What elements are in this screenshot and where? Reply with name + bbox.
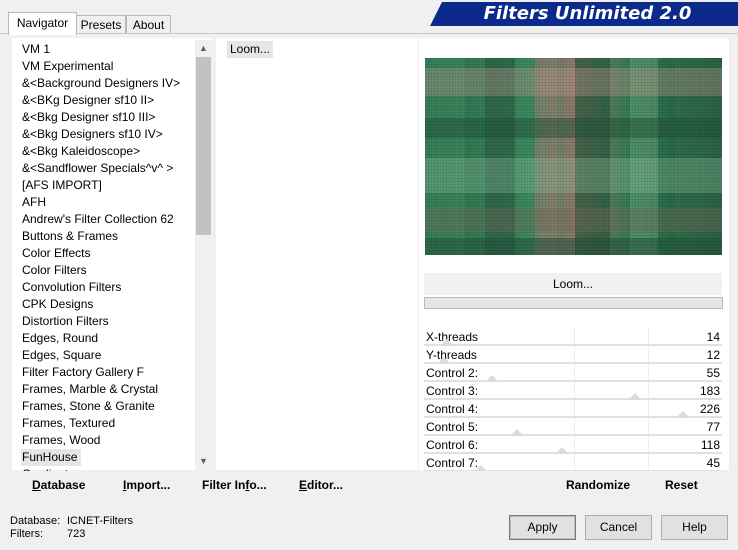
filter-name-label: Loom... <box>424 273 722 295</box>
tab-navigator[interactable]: Navigator <box>8 12 77 35</box>
slider-label: Control 3: <box>426 384 479 398</box>
category-item[interactable]: Frames, Textured <box>22 415 115 432</box>
category-item[interactable]: Frames, Wood <box>22 432 100 449</box>
tab-presets[interactable]: Presets <box>76 15 126 34</box>
filters-count-value: 723 <box>67 528 86 540</box>
database-status-label: Database: <box>10 515 61 527</box>
progress-bar <box>424 297 723 309</box>
category-item[interactable]: VM Experimental <box>22 58 113 75</box>
filters-count-label: Filters: <box>10 528 43 540</box>
slider-value: 14 <box>706 330 720 344</box>
category-item[interactable]: Distortion Filters <box>22 313 109 330</box>
tab-divider <box>0 33 738 34</box>
category-item[interactable]: Filter Factory Gallery F <box>22 364 144 381</box>
category-item[interactable]: &<Bkg Kaleidoscope> <box>22 143 140 160</box>
category-item[interactable]: Convolution Filters <box>22 279 121 296</box>
slider-thumb[interactable] <box>675 411 690 418</box>
category-item[interactable]: Edges, Square <box>22 347 101 364</box>
database-button[interactable]: Database <box>32 478 85 492</box>
slider-label: Control 6: <box>426 438 479 452</box>
category-item[interactable]: &<BKg Designer sf10 II> <box>22 92 154 109</box>
slider-thumb[interactable] <box>555 447 570 454</box>
slider-value: 55 <box>706 366 720 380</box>
category-item[interactable]: [AFS IMPORT] <box>22 177 102 194</box>
slider-label: Y-threads <box>426 348 477 362</box>
scrollbar-thumb[interactable] <box>196 57 211 235</box>
category-item[interactable]: &<Background Designers IV> <box>22 75 180 92</box>
slider-row[interactable]: Control 2: 55 <box>424 364 722 382</box>
slider-thumb[interactable] <box>627 393 642 400</box>
database-status-value: ICNET-Filters <box>67 515 133 527</box>
preview-image <box>425 58 722 255</box>
category-item[interactable]: Color Effects <box>22 245 90 262</box>
randomize-button[interactable]: Randomize <box>566 478 630 492</box>
slider-thumb[interactable] <box>439 339 454 346</box>
category-item[interactable]: FunHouse <box>21 449 82 466</box>
filter-item-loom[interactable]: Loom... <box>227 41 274 58</box>
slider-thumb[interactable] <box>509 429 524 436</box>
category-item[interactable]: Color Filters <box>22 262 87 279</box>
slider-row[interactable]: Control 7: 45 <box>424 454 722 472</box>
apply-button[interactable]: Apply <box>509 515 576 540</box>
slider-row[interactable]: Control 5: 77 <box>424 418 722 436</box>
category-item[interactable]: Edges, Round <box>22 330 98 347</box>
slider-row[interactable]: Control 3: 183 <box>424 382 722 400</box>
slider-row[interactable]: Control 4: 226 <box>424 400 722 418</box>
slider-value: 77 <box>706 420 720 434</box>
scroll-up-icon[interactable]: ▲ <box>195 40 212 57</box>
filter-info-button[interactable]: Filter Info... <box>202 478 267 492</box>
category-item[interactable]: Frames, Stone & Granite <box>22 398 155 415</box>
slider-row[interactable]: Control 6: 118 <box>424 436 722 454</box>
scroll-down-icon[interactable]: ▼ <box>195 453 212 470</box>
slider-row[interactable]: Y-threads 12 <box>424 346 722 364</box>
slider-value: 226 <box>699 402 720 416</box>
editor-button[interactable]: Editor... <box>299 478 343 492</box>
slider-thumb[interactable] <box>437 357 452 364</box>
category-item[interactable]: &<Bkg Designer sf10 III> <box>22 109 155 126</box>
slider-label: Control 5: <box>426 420 479 434</box>
category-item[interactable]: AFH <box>22 194 46 211</box>
category-item[interactable]: &<Bkg Designers sf10 IV> <box>22 126 163 143</box>
reset-button[interactable]: Reset <box>665 478 698 492</box>
banner-title: Filters Unlimited 2.0 <box>483 3 692 24</box>
slider-label: Control 7: <box>426 456 479 470</box>
slider-thumb[interactable] <box>485 375 500 382</box>
preview-loom-texture <box>425 58 722 255</box>
slider-value: 118 <box>700 438 720 452</box>
slider-label: Control 2: <box>426 366 479 380</box>
category-item[interactable]: &<Sandflower Specials^v^ > <box>22 160 173 177</box>
category-item[interactable]: VM 1 <box>22 41 50 58</box>
help-button[interactable]: Help <box>661 515 728 540</box>
slider-value: 183 <box>699 384 720 398</box>
category-list[interactable]: VM 1 VM Experimental &<Background Designer… <box>12 38 212 481</box>
category-item[interactable]: Buttons & Frames <box>22 228 118 245</box>
category-item[interactable]: CPK Designs <box>22 296 93 313</box>
slider-row[interactable]: X-threads 14 <box>424 328 722 346</box>
cancel-button[interactable]: Cancel <box>585 515 652 540</box>
category-item[interactable]: Andrew's Filter Collection 62 <box>22 211 174 228</box>
category-item[interactable]: Frames, Marble & Crystal <box>22 381 158 398</box>
slider-value: 45 <box>706 456 720 470</box>
slider-value: 12 <box>706 348 720 362</box>
import-button[interactable]: Import... <box>123 478 170 492</box>
filter-list <box>216 38 418 470</box>
slider-label: Control 4: <box>426 402 479 416</box>
tab-about[interactable]: About <box>126 15 171 34</box>
